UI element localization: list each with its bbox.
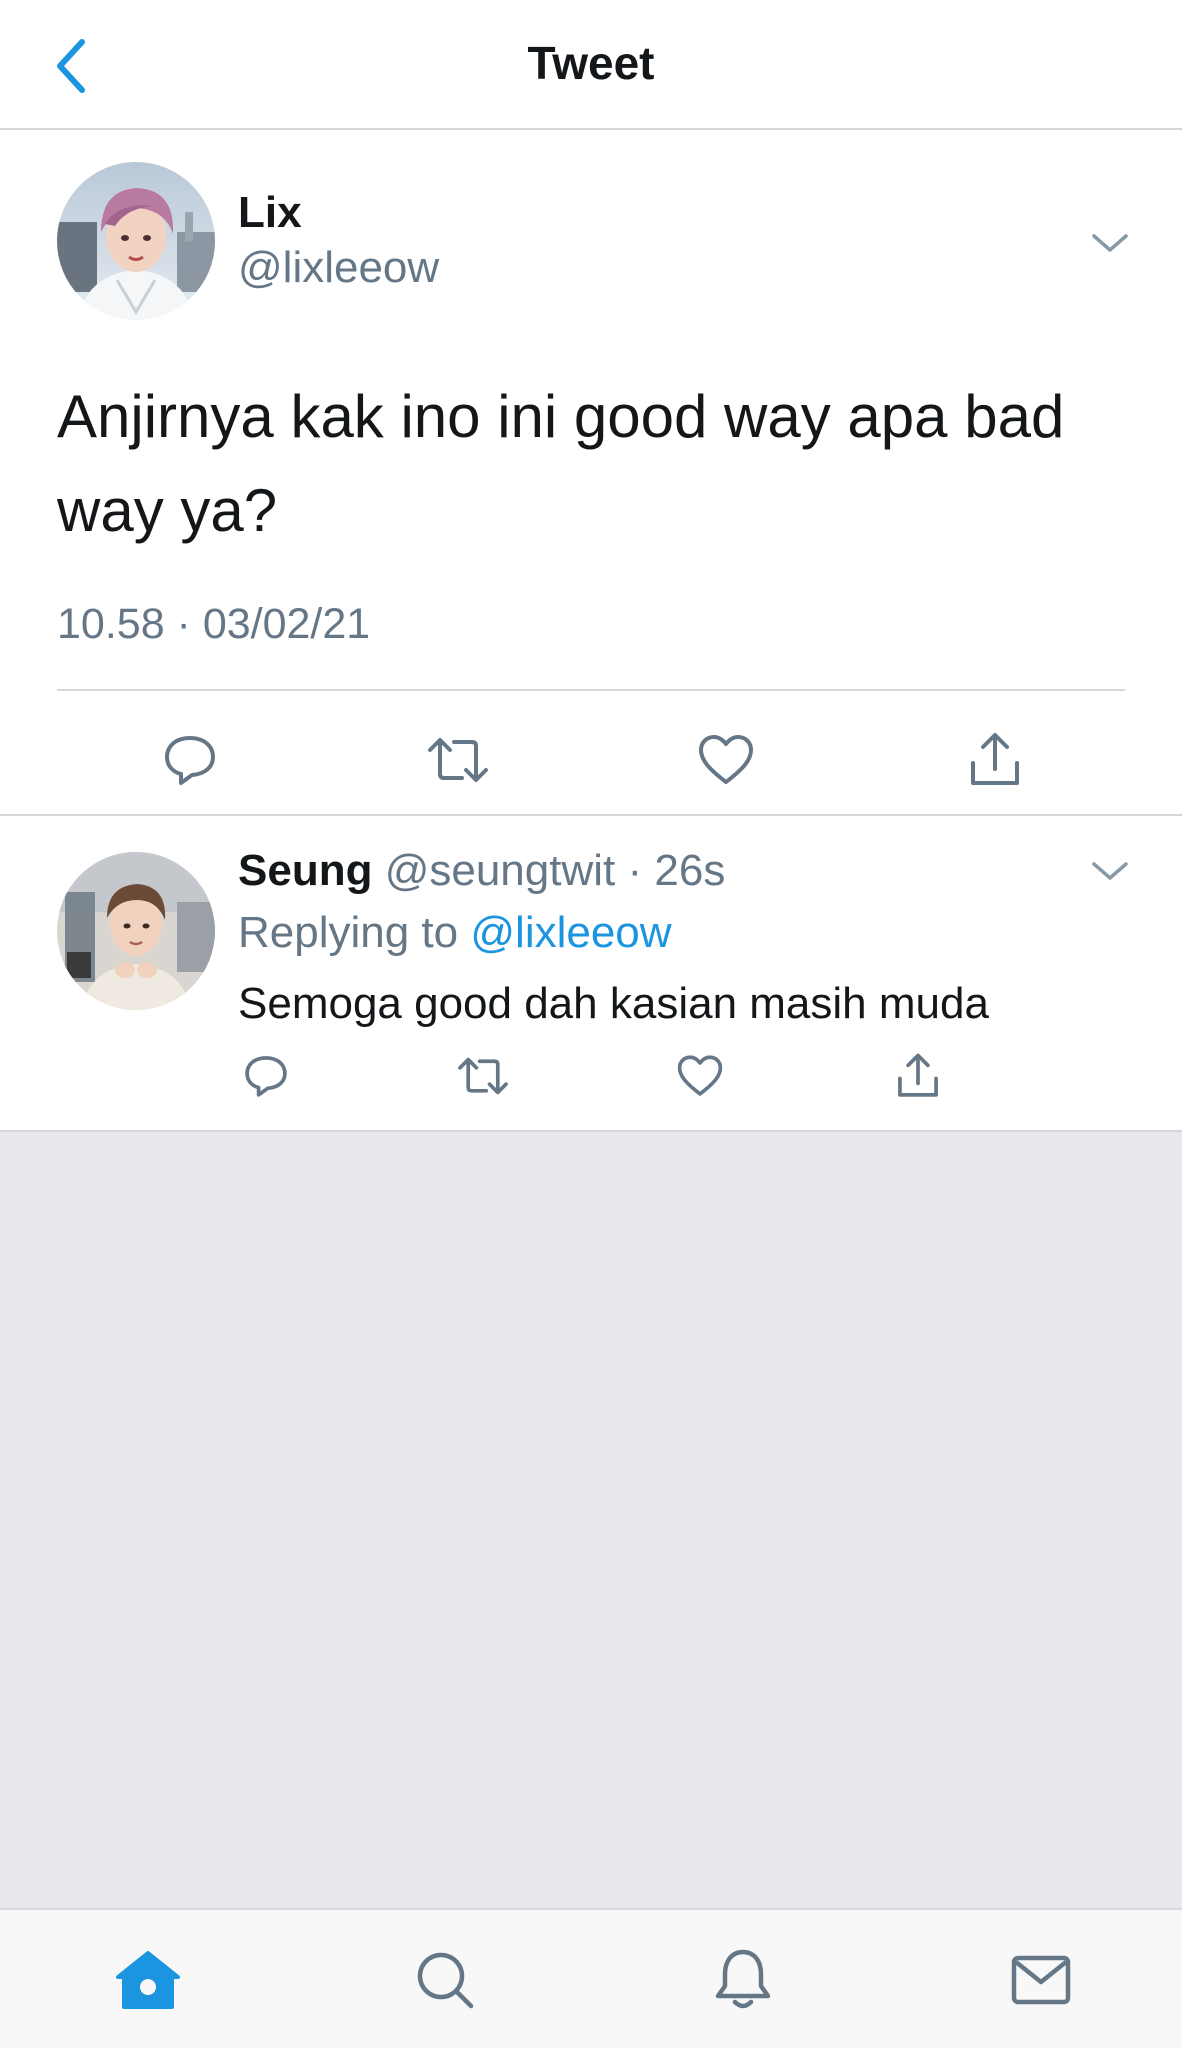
reply-icon bbox=[165, 736, 215, 785]
share-button[interactable] bbox=[886, 1044, 950, 1108]
retweet-icon bbox=[428, 738, 488, 782]
like-icon bbox=[699, 735, 753, 784]
chevron-down-icon bbox=[1092, 234, 1128, 252]
reply-button[interactable] bbox=[150, 720, 230, 800]
author-name[interactable]: Seung bbox=[238, 846, 372, 895]
reply-header: Seung @seungtwit · 26s bbox=[238, 846, 725, 896]
bottom-tab-bar bbox=[0, 1908, 1182, 2048]
reply-button[interactable] bbox=[234, 1044, 298, 1108]
replying-to-mention[interactable]: @lixleeow bbox=[470, 908, 671, 957]
author-name[interactable]: Lix bbox=[238, 188, 302, 238]
empty-area bbox=[0, 1132, 1182, 1908]
avatar[interactable] bbox=[57, 852, 215, 1010]
like-button[interactable] bbox=[668, 1044, 732, 1108]
tweet-age: 26s bbox=[654, 846, 726, 895]
retweet-button[interactable] bbox=[451, 1044, 515, 1108]
like-button[interactable] bbox=[686, 720, 766, 800]
share-icon bbox=[898, 1053, 938, 1097]
author-handle[interactable]: @lixleeow bbox=[238, 243, 439, 293]
search-icon bbox=[417, 1952, 474, 2009]
messages-icon bbox=[1011, 1955, 1071, 2005]
share-button[interactable] bbox=[955, 720, 1035, 800]
tweet-text: Anjirnya kak ino ini good way apa bad wa… bbox=[57, 383, 1065, 544]
tab-home[interactable] bbox=[108, 1940, 188, 2020]
replying-to: Replying to @lixleeow bbox=[238, 908, 672, 958]
tweet-timestamp: 10.58 · 03/02/21 bbox=[57, 600, 371, 648]
tab-notifications[interactable] bbox=[703, 1940, 783, 2020]
reply-tweet[interactable]: Seung @seungtwit · 26s Replying to @lixl… bbox=[0, 816, 1182, 1132]
notifications-icon bbox=[715, 1949, 771, 2009]
main-tweet: Lix @lixleeow Anjirnya kak ino ini good … bbox=[0, 130, 1182, 816]
reply-icon bbox=[245, 1056, 287, 1097]
author-handle[interactable]: @seungtwit bbox=[385, 846, 616, 895]
tweet-options-button[interactable] bbox=[1090, 856, 1130, 886]
tweet-options-button[interactable] bbox=[1090, 228, 1130, 258]
home-icon bbox=[116, 1951, 180, 2009]
meta-separator: · bbox=[627, 846, 643, 895]
tab-search[interactable] bbox=[405, 1940, 485, 2020]
page-title: Tweet bbox=[527, 37, 655, 89]
tweet-text: Semoga good dah kasian masih muda bbox=[238, 979, 989, 1028]
retweet-button[interactable] bbox=[418, 720, 498, 800]
avatar[interactable] bbox=[57, 162, 215, 320]
retweet-icon bbox=[458, 1057, 508, 1095]
replying-to-label: Replying to bbox=[238, 908, 459, 957]
like-icon bbox=[677, 1055, 723, 1096]
top-nav-bar: Tweet bbox=[0, 0, 1182, 130]
share-icon bbox=[971, 733, 1019, 785]
chevron-down-icon bbox=[1092, 862, 1128, 880]
tab-messages[interactable] bbox=[1001, 1940, 1081, 2020]
divider bbox=[57, 689, 1125, 691]
